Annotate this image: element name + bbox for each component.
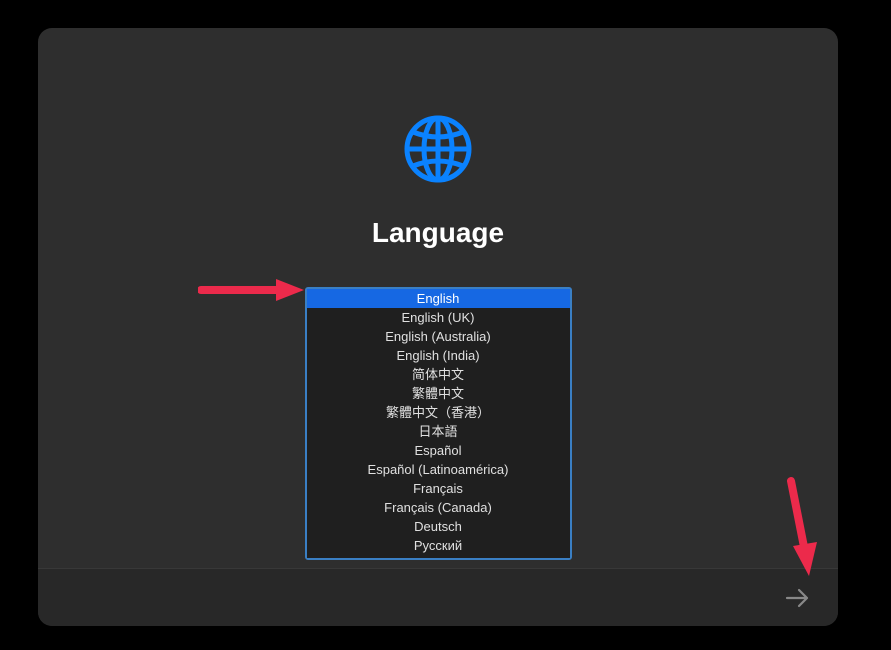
language-item[interactable]: Español bbox=[307, 441, 570, 460]
language-item[interactable]: 日本語 bbox=[307, 422, 570, 441]
language-item[interactable]: English (India) bbox=[307, 346, 570, 365]
language-list-container: EnglishEnglish (UK)English (Australia)En… bbox=[305, 287, 572, 560]
language-item[interactable]: Русский bbox=[307, 536, 570, 555]
language-list[interactable]: EnglishEnglish (UK)English (Australia)En… bbox=[307, 289, 570, 558]
language-item[interactable]: 繁體中文（香港） bbox=[307, 403, 570, 422]
content-area: Language EnglishEnglish (UK)English (Aus… bbox=[38, 28, 838, 568]
language-item[interactable]: Deutsch bbox=[307, 517, 570, 536]
arrow-right-icon bbox=[785, 587, 811, 609]
language-item[interactable]: Français (Canada) bbox=[307, 498, 570, 517]
next-button[interactable] bbox=[784, 584, 812, 612]
language-item[interactable]: Español (Latinoamérica) bbox=[307, 460, 570, 479]
setup-window: Language EnglishEnglish (UK)English (Aus… bbox=[38, 28, 838, 626]
globe-icon bbox=[403, 114, 473, 189]
language-item[interactable]: Français bbox=[307, 479, 570, 498]
page-title: Language bbox=[372, 217, 504, 249]
language-item[interactable]: English (Australia) bbox=[307, 327, 570, 346]
language-item[interactable]: English bbox=[307, 289, 570, 308]
language-item[interactable]: 繁體中文 bbox=[307, 384, 570, 403]
footer-bar bbox=[38, 568, 838, 626]
language-item[interactable]: 简体中文 bbox=[307, 365, 570, 384]
language-item[interactable]: English (UK) bbox=[307, 308, 570, 327]
